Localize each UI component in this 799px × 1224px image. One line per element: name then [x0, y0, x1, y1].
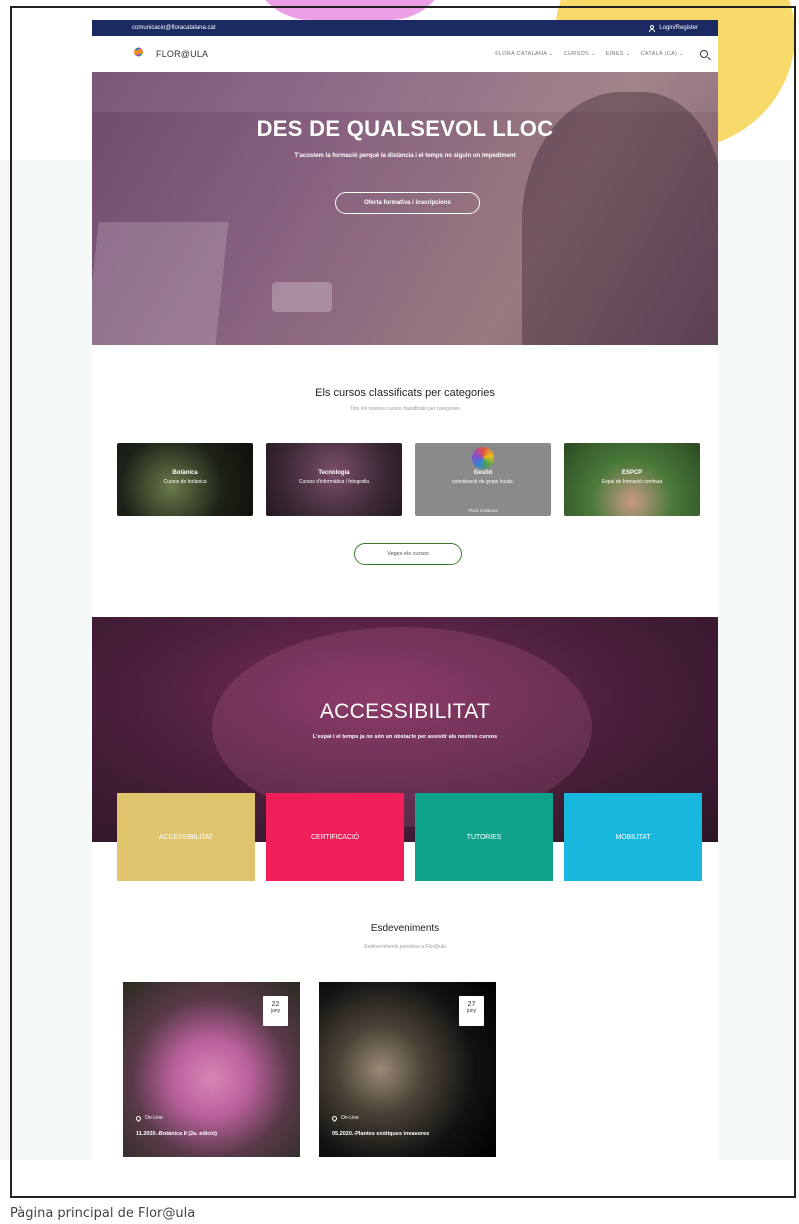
categories-title: Els cursos classificats per categories	[315, 387, 495, 399]
category-desc: Cursos de botànica	[163, 479, 207, 485]
event-name[interactable]: 05.2020.-Plantes exòtiques invasores	[332, 1131, 429, 1137]
categories-subtitle: Tots els nostres cursos classificats per…	[350, 406, 460, 412]
see-courses-button[interactable]: Veges els cursos	[354, 543, 462, 565]
category-title: Botànica	[172, 470, 198, 476]
nav-item-language[interactable]: CATALÀ (CA)	[641, 51, 684, 57]
flower-logo-icon	[126, 45, 150, 63]
event-location: On-Line	[330, 1114, 359, 1122]
category-desc: Cursos d'informàtica i fotografia	[298, 479, 370, 485]
tile-certificacio[interactable]: CERTIFICACIÓ	[266, 793, 404, 881]
category-title: ESPCP	[621, 470, 643, 476]
event-date-badge: 27 juny	[459, 996, 484, 1026]
hero-title: DES DE QUALSEVOL LLOC	[256, 116, 554, 141]
figure-caption: Pàgina principal de Flor@ula	[10, 1206, 196, 1221]
brand-logo-link[interactable]: FLOR@ULA	[126, 45, 208, 63]
brand-name: FLOR@ULA	[156, 49, 209, 59]
category-desc: Espai de formació continua	[601, 479, 663, 485]
event-card[interactable]: 22 juny On-Line 11.2020.-Botànica II (2a…	[123, 982, 300, 1157]
login-register-label: Login/Register	[659, 25, 698, 31]
events-subtitle: Esdeveniments previstos a Flor@ula	[364, 944, 446, 950]
tile-mobilitat[interactable]: MOBILITAT	[564, 793, 702, 881]
location-pin-icon	[134, 1114, 143, 1122]
category-card-botanica[interactable]: Botànica Cursos de botànica	[117, 443, 253, 516]
nav-item-eines[interactable]: EINES	[606, 51, 631, 57]
event-name[interactable]: 11.2020.-Botànica II (2a. edició)	[136, 1131, 217, 1137]
events-title: Esdeveniments	[370, 923, 440, 934]
contact-email-link[interactable]: comunicacio@floracatalana.cat	[132, 25, 215, 31]
nav-item-cursos[interactable]: CURSOS	[564, 51, 596, 57]
event-card[interactable]: 27 juny On-Line 05.2020.-Plantes exòtiqu…	[319, 982, 496, 1157]
event-location-label: On-Line	[341, 1115, 359, 1121]
hero-decor	[92, 222, 229, 345]
hero-decor	[272, 282, 332, 312]
event-month: juny	[270, 1008, 281, 1014]
tile-tutories[interactable]: TUTORIES	[415, 793, 553, 881]
search-icon[interactable]	[700, 50, 708, 58]
category-title: Tecnologia	[318, 470, 350, 476]
category-card-gestio[interactable]: Gestió coordinació de grups locals. Flor…	[415, 443, 551, 516]
category-desc: coordinació de grups locals.	[452, 479, 514, 485]
accessibility-title: ACCESSIBILITAT	[319, 700, 491, 723]
nav-item-flora-catalana[interactable]: FLORA CATALANA	[495, 51, 553, 57]
category-extra: Flora Catalana	[468, 508, 498, 513]
event-location-label: On-Line	[145, 1115, 163, 1121]
login-register-link[interactable]: Login/Register	[649, 24, 698, 32]
tile-accessibilitat[interactable]: ACCESSIBILITAT	[117, 793, 255, 881]
category-card-espcp[interactable]: ESPCP Espai de formació continua	[564, 443, 700, 516]
event-day: 22	[271, 1001, 280, 1008]
offer-button[interactable]: Oferta formativa i inscripcions	[335, 192, 480, 214]
event-location: On-Line	[134, 1114, 163, 1122]
category-card-tecnologia[interactable]: Tecnologia Cursos d'informàtica i fotogr…	[266, 443, 402, 516]
event-month: juny	[466, 1008, 477, 1014]
top-bar: comunicacio@floracatalana.cat Login/Regi…	[92, 20, 718, 36]
nav-menu: FLORA CATALANA CURSOS EINES CATALÀ (CA)	[495, 50, 708, 58]
event-day: 27	[467, 1001, 476, 1008]
location-pin-icon	[330, 1114, 339, 1122]
accessibility-subtitle: L'espai i el temps ja no són un obstacle…	[312, 734, 498, 740]
user-icon	[649, 24, 656, 32]
category-title: Gestió	[473, 470, 493, 476]
main-nav: FLOR@ULA FLORA CATALANA CURSOS EINES CAT…	[92, 36, 718, 72]
flower-logo-icon	[472, 447, 494, 469]
hero-subtitle: T'acostem la formació perquè la distànci…	[294, 153, 516, 159]
event-date-badge: 22 juny	[263, 996, 288, 1026]
website-page: comunicacio@floracatalana.cat Login/Regi…	[92, 20, 718, 1192]
